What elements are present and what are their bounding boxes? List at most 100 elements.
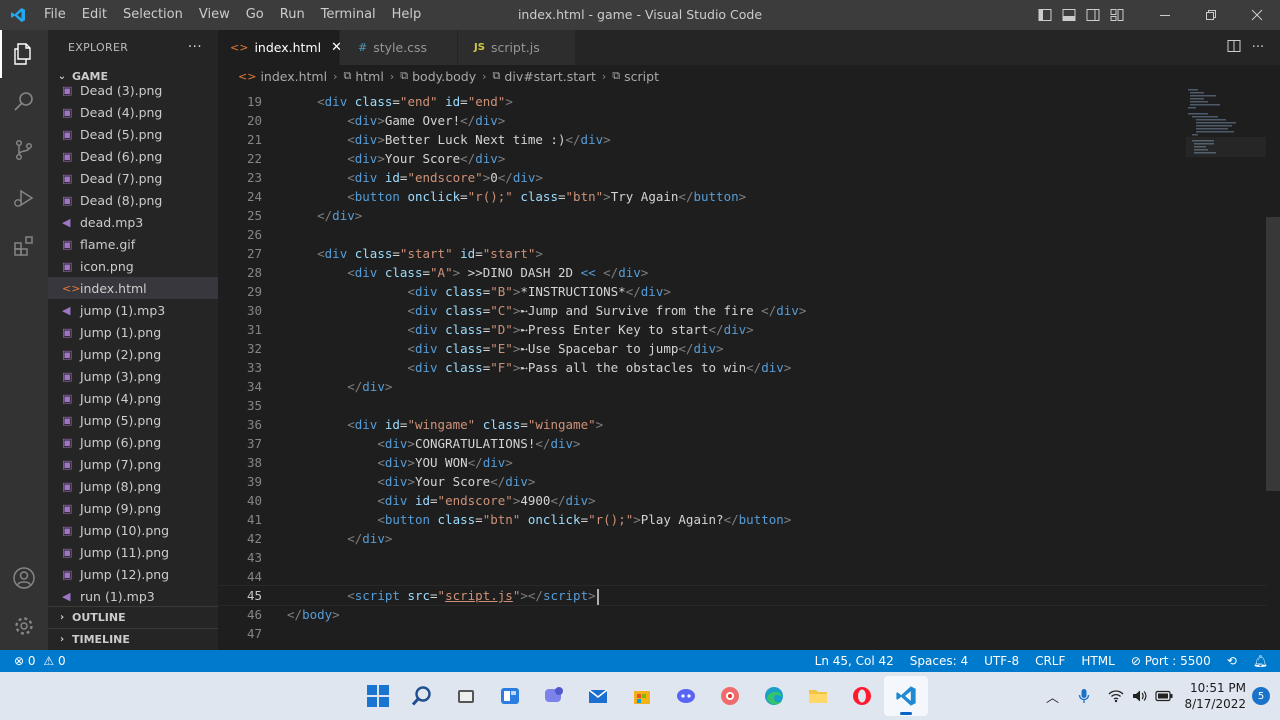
outline-section[interactable]: › OUTLINE [48,606,218,628]
breadcrumb-html[interactable]: ⧉ html [344,69,384,84]
menu-view[interactable]: View [191,0,238,30]
file-item[interactable]: ▣ Jump (1).png [48,321,218,343]
code-line[interactable]: 31 <div class="D">➸Press Enter Key to st… [218,320,1266,339]
code-line[interactable]: 29 <div class="B">*INSTRUCTIONS*</div> [218,282,1266,301]
file-item[interactable]: ◀ jump (1).mp3 [48,299,218,321]
task-view-icon[interactable] [444,676,488,716]
file-item[interactable]: ◀ dead.mp3 [48,211,218,233]
split-editor-icon[interactable] [1222,39,1246,57]
timeline-section[interactable]: › TIMELINE [48,628,218,650]
toggle-primary-sidebar-icon[interactable] [1034,0,1056,30]
manage-gear-icon[interactable] [0,602,48,650]
toggle-panel-icon[interactable] [1058,0,1080,30]
file-item[interactable]: ◀ run (1).mp3 [48,585,218,607]
code-line[interactable]: 44 [218,567,1266,586]
feedback-icon[interactable]: ⟲ [1219,650,1245,672]
live-server-port[interactable]: ⊘ Port : 5500 [1123,650,1219,672]
discord-icon[interactable] [664,676,708,716]
code-line[interactable]: 20 <div>Game Over!</div> [218,111,1266,130]
teams-chat-icon[interactable] [532,676,576,716]
vscode-taskbar-icon[interactable] [884,676,928,716]
code-line[interactable]: 37 <div>CONGRATULATIONS!</div> [218,434,1266,453]
code-line[interactable]: 45 <script src="script.js"></script> [218,585,1266,606]
folder-game-header[interactable]: ⌄ GAME [48,65,218,87]
file-item[interactable]: ▣ Jump (6).png [48,431,218,453]
microphone-icon[interactable] [1072,672,1096,720]
tab-script-js[interactable]: JS script.js [458,30,576,65]
edge-browser-icon[interactable] [752,676,796,716]
menu-run[interactable]: Run [272,0,313,30]
breadcrumb-script[interactable]: ⧉ script [612,69,659,84]
code-line[interactable]: 32 <div class="E">➸Use Spacebar to jump<… [218,339,1266,358]
file-item[interactable]: ▣ Jump (11).png [48,541,218,563]
code-line[interactable]: 25 </div> [218,206,1266,225]
file-item[interactable]: ▣ Jump (8).png [48,475,218,497]
notification-badge[interactable]: 5 [1252,687,1270,705]
minimize-icon[interactable] [1142,0,1188,30]
file-item[interactable]: ▣ Jump (9).png [48,497,218,519]
breadcrumb-div[interactable]: ⧉ div#start.start [493,69,596,84]
code-line[interactable]: 26 [218,225,1266,244]
code-line[interactable]: 23 <div id="endscore">0</div> [218,168,1266,187]
code-line[interactable]: 21 <div>Better Luck Next time :)</div> [218,130,1266,149]
code-line[interactable]: 47 [218,624,1266,643]
more-editor-actions-icon[interactable]: ··· [1246,40,1270,55]
scrollbar-thumb[interactable] [1266,217,1280,491]
file-item[interactable]: ▣ Dead (5).png [48,123,218,145]
opera-browser-icon[interactable] [840,676,884,716]
mail-icon[interactable] [576,676,620,716]
system-clock[interactable]: 10:51 PM 8/17/2022 [1176,680,1252,712]
code-line[interactable]: 33 <div class="F">➸Pass all the obstacle… [218,358,1266,377]
code-line[interactable]: 34 </div> [218,377,1266,396]
file-item[interactable]: ▣ icon.png [48,255,218,277]
indentation[interactable]: Spaces: 4 [902,650,976,672]
file-item[interactable]: <> index.html [48,277,218,299]
code-line[interactable]: 28 <div class="A"> >>DINO DASH 2D << </d… [218,263,1266,282]
code-line[interactable]: 43 [218,548,1266,567]
file-item[interactable]: ▣ Jump (2).png [48,343,218,365]
code-line[interactable]: 24 <button onclick="r();" class="btn">Tr… [218,187,1266,206]
widgets-icon[interactable] [488,676,532,716]
code-line[interactable]: 30 <div class="C">➸Jump and Survive from… [218,301,1266,320]
menu-terminal[interactable]: Terminal [313,0,384,30]
more-actions-icon[interactable]: ··· [188,39,202,55]
menu-selection[interactable]: Selection [115,0,191,30]
restore-icon[interactable] [1188,0,1234,30]
breadcrumb-file[interactable]: <> index.html [238,69,327,84]
close-window-icon[interactable] [1234,0,1280,30]
file-item[interactable]: ▣ Dead (6).png [48,145,218,167]
code-line[interactable]: 38 <div>YOU WON</div> [218,453,1266,472]
file-item[interactable]: ▣ flame.gif [48,233,218,255]
file-item[interactable]: ▣ Dead (3).png [48,86,218,101]
code-line[interactable]: 39 <div>Your Score</div> [218,472,1266,491]
explorer-icon[interactable] [0,30,48,78]
encoding[interactable]: UTF-8 [976,650,1027,672]
problems-indicator[interactable]: ⊗ 0 ⚠ 0 [14,650,74,672]
battery-icon[interactable] [1152,672,1176,720]
code-editor[interactable]: 19 <div class="end" id="end"> 20 <div>Gam… [218,92,1266,650]
menu-edit[interactable]: Edit [74,0,115,30]
extensions-icon[interactable] [0,222,48,270]
vertical-scrollbar[interactable] [1266,87,1280,650]
screen-recorder-icon[interactable] [708,676,752,716]
tab-index-html[interactable]: <> index.html ✕ [218,30,342,65]
run-debug-icon[interactable] [0,174,48,222]
menu-go[interactable]: Go [238,0,272,30]
menu-help[interactable]: Help [384,0,430,30]
minimap[interactable] [1186,87,1266,157]
file-explorer-icon[interactable] [796,676,840,716]
microsoft-store-icon[interactable] [620,676,664,716]
toggle-secondary-sidebar-icon[interactable] [1082,0,1104,30]
file-item[interactable]: ▣ Jump (4).png [48,387,218,409]
search-icon[interactable] [0,78,48,126]
breadcrumb-body[interactable]: ⧉ body.body [400,69,476,84]
code-line[interactable]: 22 <div>Your Score</div> [218,149,1266,168]
code-line[interactable]: 41 <button class="btn" onclick="r();">Pl… [218,510,1266,529]
chevron-up-icon[interactable]: ︿ [1040,672,1064,720]
code-line[interactable]: 40 <div id="endscore">4900</div> [218,491,1266,510]
start-button-icon[interactable] [356,676,400,716]
file-item[interactable]: ▣ Jump (7).png [48,453,218,475]
language-mode[interactable]: HTML [1073,650,1122,672]
end-of-line[interactable]: CRLF [1027,650,1073,672]
menu-file[interactable]: File [36,0,74,30]
